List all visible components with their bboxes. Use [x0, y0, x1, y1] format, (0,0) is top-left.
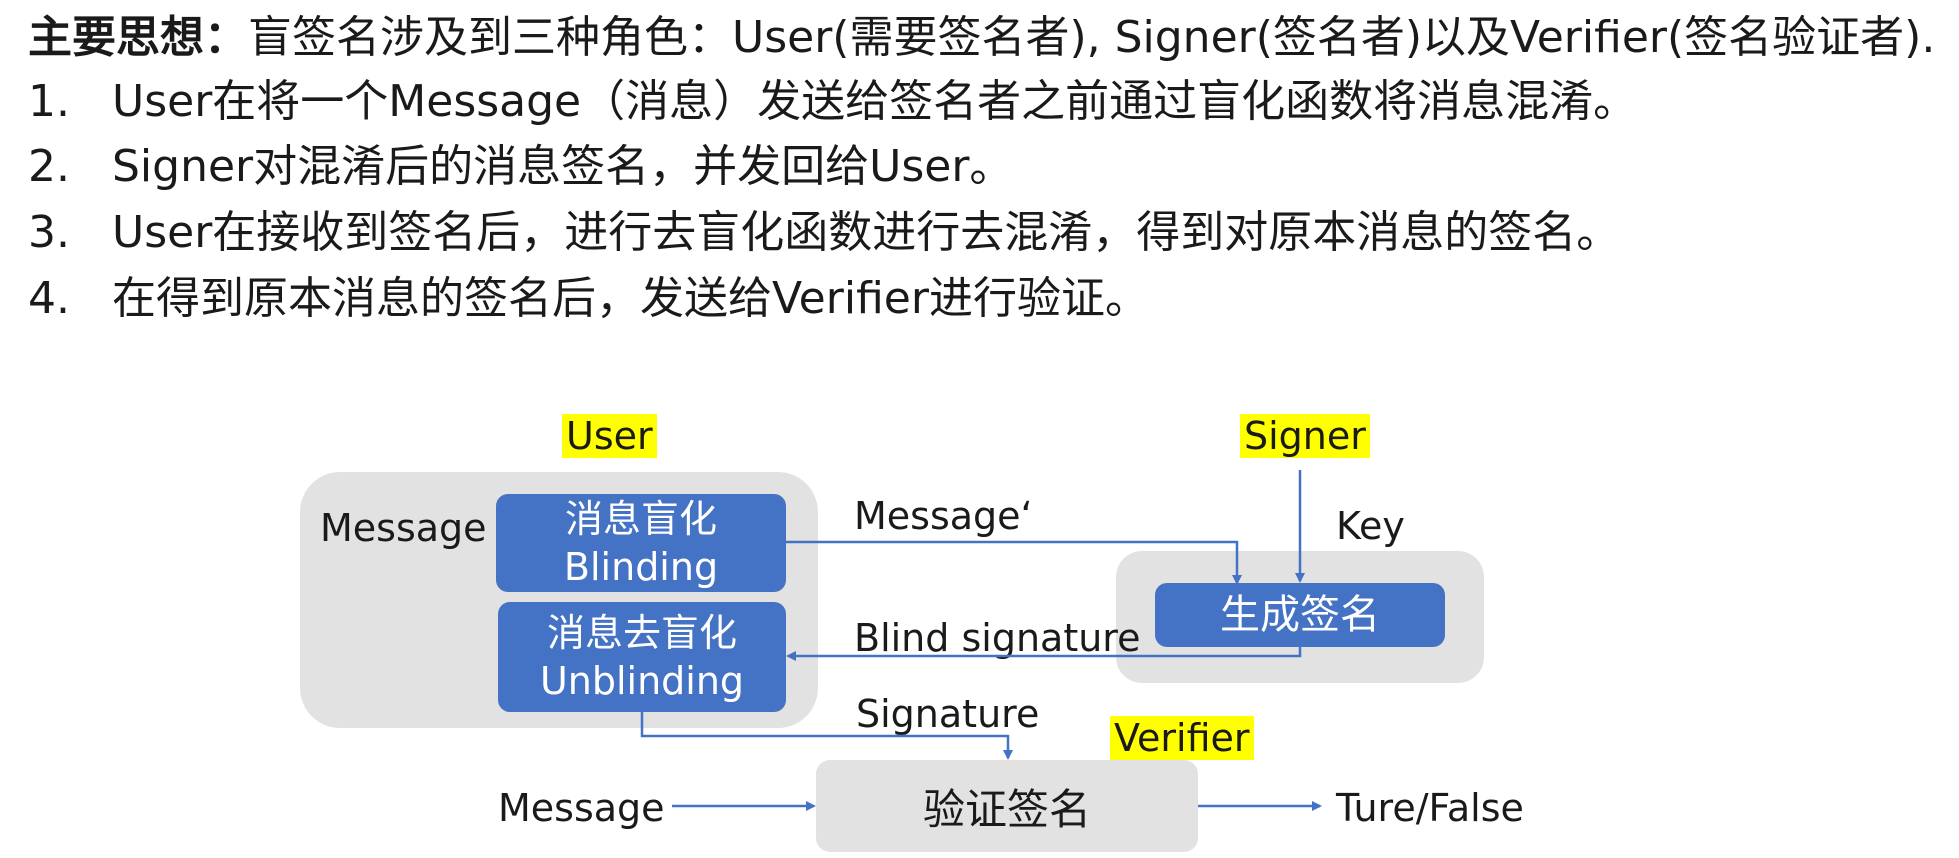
- blind-signature-arrow: [786, 647, 1302, 661]
- blind-signature-diagram: User Signer Verifier Message 消息盲化 Blindi…: [0, 0, 1959, 858]
- signature-arrow: [640, 712, 1013, 760]
- message-prime-arrow: [786, 540, 1242, 585]
- arrows-layer: [640, 470, 1322, 811]
